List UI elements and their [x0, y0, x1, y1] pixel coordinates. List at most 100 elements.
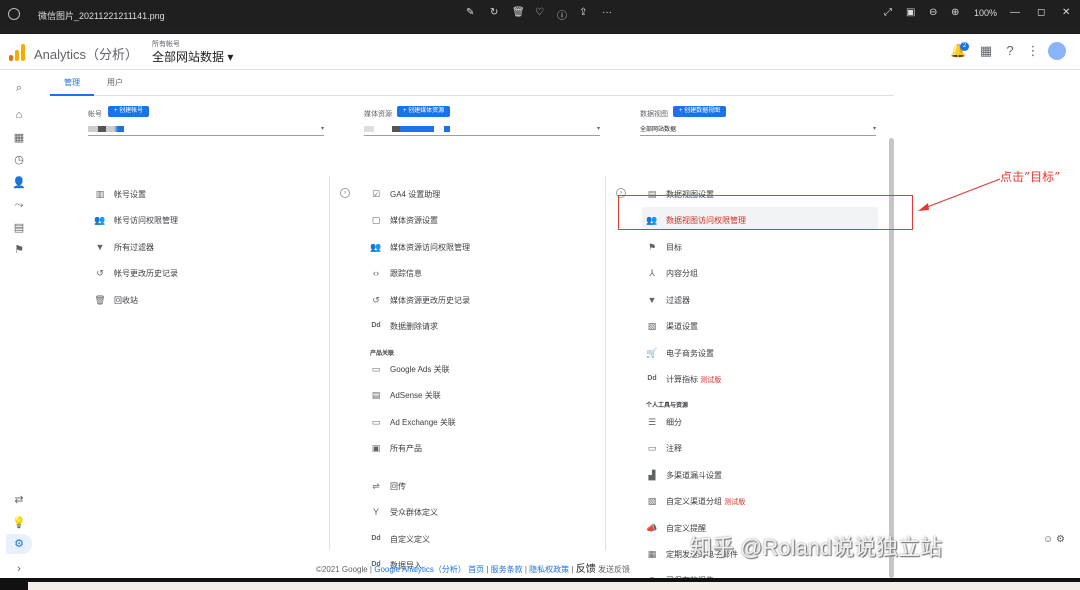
send-feedback-link[interactable]: 发送反馈 [598, 565, 630, 574]
discover-icon[interactable]: 💡 [12, 516, 26, 530]
item-label: 数据删除请求 [390, 322, 438, 331]
privacy-link[interactable]: 隐私权政策 [529, 565, 569, 574]
realtime-icon[interactable]: ◷ [12, 153, 26, 167]
all-filters-item[interactable]: ▼ 所有过滤器 [94, 239, 294, 259]
conversions-icon[interactable]: ⚑ [12, 243, 26, 257]
minimize-icon[interactable]: — [1010, 7, 1020, 18]
audience-definitions-item[interactable]: Y 受众群体定义 [370, 504, 590, 524]
segments-item[interactable]: ☰ 细分 [646, 414, 876, 434]
dd-icon: Dd [647, 375, 657, 382]
terms-link[interactable]: 服务条款 [491, 565, 523, 574]
view-column-header: 数据视图 + 创建数据视图 [640, 106, 890, 120]
delete-icon[interactable]: 🗑 [512, 7, 525, 18]
redacted-property-name [364, 126, 450, 132]
home-link[interactable]: 首页 [468, 565, 484, 574]
adexchange-link-item[interactable]: ▭ Ad Exchange 关联 [370, 414, 590, 434]
rotate-icon[interactable]: ↻ [490, 7, 498, 18]
fit-icon[interactable]: ▣ [906, 7, 915, 18]
trash-item[interactable]: 🗑 回收站 [94, 292, 294, 312]
item-label: 跟踪信息 [390, 269, 422, 278]
create-account-button[interactable]: + 创建帐号 [108, 106, 150, 117]
property-access-item[interactable]: 👥 媒体资源访问权限管理 [370, 239, 590, 259]
goals-item[interactable]: ⚑ 目标 [646, 239, 876, 259]
ga-link[interactable]: Google Analytics（分析） [374, 565, 466, 574]
attribution-icon[interactable]: ⇄ [12, 493, 26, 507]
property-selector[interactable]: ▾ [364, 124, 600, 136]
share-icon[interactable]: ⇪ [579, 7, 587, 18]
beta-badge: 测试版 [700, 377, 722, 384]
item-label: 内容分组 [666, 269, 698, 278]
people-icon: 👥 [94, 215, 106, 225]
all-products-item[interactable]: ▣ 所有产品 [370, 440, 590, 460]
cart-icon: 🛒 [646, 348, 658, 358]
mcf-settings-item[interactable]: ▟ 多渠道漏斗设置 [646, 467, 876, 487]
zoom-out-icon[interactable]: ⊖ [929, 7, 937, 18]
home-icon[interactable]: ⌂ [12, 108, 26, 122]
acquisition-icon[interactable]: ⤳ [12, 198, 26, 212]
account-selector[interactable]: ▾ [88, 124, 324, 136]
arrow-right-icon: › [340, 188, 350, 198]
custom-channel-grouping-item[interactable]: ▧ 自定义渠道分组 测试版 [646, 493, 876, 513]
admin-gear-icon[interactable]: ⚙ [6, 534, 32, 554]
data-deletion-item[interactable]: Dd 数据删除请求 [370, 318, 590, 338]
avatar[interactable] [1048, 42, 1066, 60]
zoom-in-icon[interactable]: ⊕ [951, 7, 959, 18]
content-grouping-item[interactable]: ⅄ 内容分组 [646, 265, 876, 285]
behavior-icon[interactable]: ▤ [12, 221, 26, 235]
item-label: 目标 [666, 243, 682, 252]
tab-users[interactable]: 用户 [107, 77, 123, 88]
property-column-header: 媒体资源 + 创建媒体资源 [364, 106, 614, 120]
zoom-level: 100% [974, 8, 998, 18]
apps-grid-icon[interactable]: ▦ [978, 43, 994, 59]
custom-definitions-item[interactable]: Dd 自定义定义 [370, 531, 590, 551]
audience-icon: Y [372, 507, 379, 517]
adsense-link-item[interactable]: ▤ AdSense 关联 [370, 387, 590, 407]
channel-settings-item[interactable]: ▧ 渠道设置 [646, 318, 876, 338]
postbacks-item[interactable]: ⇌ 回传 [370, 478, 590, 498]
item-label: 媒体资源访问权限管理 [390, 243, 470, 252]
feedback-label[interactable]: 反馈 [576, 564, 596, 575]
view-filters-item[interactable]: ▼ 过滤器 [646, 292, 876, 312]
customization-icon[interactable]: ▦ [12, 131, 26, 145]
tab-admin[interactable]: 管理 [64, 77, 80, 88]
comment-icon: ▭ [647, 443, 657, 453]
account-access-item[interactable]: 👥 帐号访问权限管理 [94, 212, 294, 232]
property-history-item[interactable]: ↺ 媒体资源更改历史记录 [370, 292, 590, 312]
beta-badge: 测试版 [724, 499, 746, 506]
google-ads-link-item[interactable]: ▭ Google Ads 关联 [370, 361, 590, 381]
favorite-icon[interactable]: ♡ [535, 7, 544, 18]
info-icon[interactable]: ⓘ [557, 7, 567, 22]
history-icon: ↺ [96, 268, 104, 278]
tracking-info-item[interactable]: ‹› 跟踪信息 [370, 265, 590, 285]
search-icon[interactable]: ⌕ [12, 81, 26, 95]
view-selector[interactable]: 全部网站数据 ▾ [152, 48, 233, 65]
view-column: 数据视图 + 创建数据视图 全部网站数据 ▾ [640, 106, 890, 136]
maximize-icon[interactable]: ◻ [1037, 7, 1045, 18]
more-icon[interactable]: ··· [602, 7, 612, 18]
audience-icon[interactable]: 👤 [12, 176, 26, 190]
account-history-item[interactable]: ↺ 帐号更改历史记录 [94, 265, 294, 285]
property-settings-item[interactable]: ▢ 媒体资源设置 [370, 212, 590, 232]
create-property-button[interactable]: + 创建媒体资源 [397, 106, 451, 117]
annotations-item[interactable]: ▭ 注释 [646, 440, 876, 460]
ecommerce-settings-item[interactable]: 🛒 电子商务设置 [646, 345, 876, 365]
view-dropdown[interactable]: 全部网站数据 ▾ [640, 124, 876, 136]
edit-icon[interactable]: ✎ [466, 7, 474, 18]
more-vert-icon[interactable]: ⋮ [1025, 43, 1041, 59]
close-icon[interactable]: ✕ [1062, 7, 1070, 18]
property-column: 媒体资源 + 创建媒体资源 ▾ [364, 106, 614, 136]
personal-tools-heading: 个人工具与资源 [646, 403, 689, 409]
trash-icon: 🗑 [94, 295, 106, 305]
admin-panel: 管理 用户 帐号 + 创建帐号 ▾ ▥ 帐号设置 👥 帐号访问权限管理 ▼ 所有过滤器… [50, 70, 894, 585]
account-settings-item[interactable]: ▥ 帐号设置 [94, 186, 294, 206]
create-view-button[interactable]: + 创建数据视图 [673, 106, 727, 117]
ga4-setup-item[interactable]: ☑ GA4 设置助理 [370, 186, 590, 206]
expand-chevron-icon[interactable]: › [12, 562, 26, 576]
dd-icon: Dd [371, 322, 381, 329]
view-label: 数据视图 [640, 111, 668, 118]
footer-separator: | [571, 565, 574, 574]
fullscreen-icon[interactable]: ⤢ [884, 7, 892, 18]
calculated-metrics-item[interactable]: Dd 计算指标 测试版 [646, 371, 876, 391]
help-icon[interactable]: ? [1002, 43, 1018, 59]
item-label: 计算指标 [666, 375, 698, 384]
